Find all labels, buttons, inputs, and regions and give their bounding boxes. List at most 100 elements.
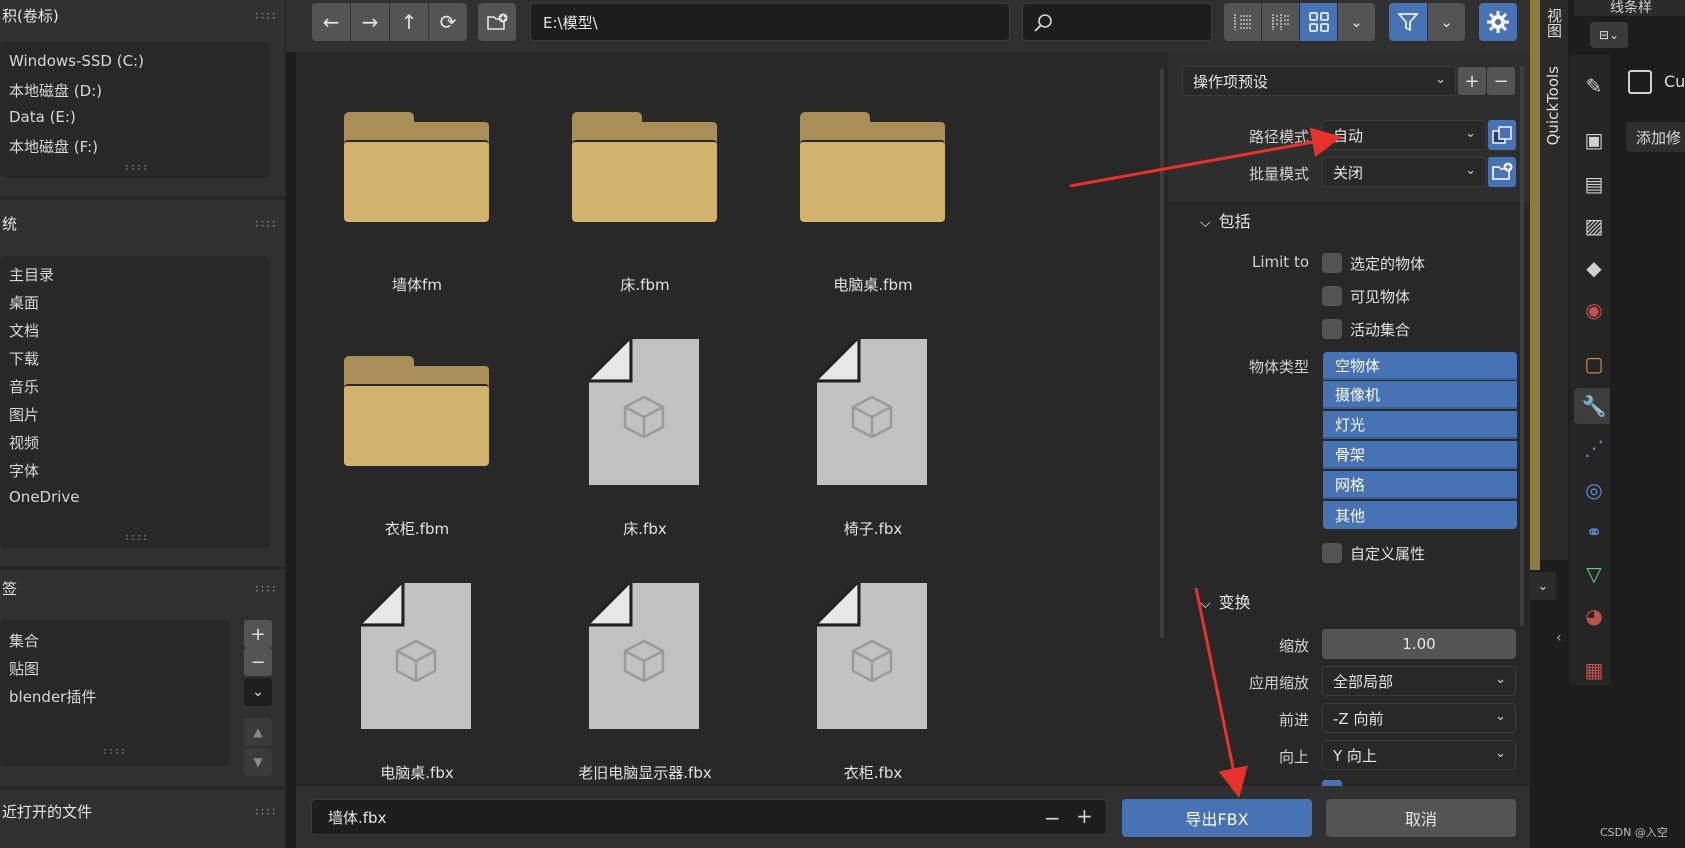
properties-scrollbar[interactable] (1520, 66, 1524, 626)
visible-objects-checkbox[interactable] (1322, 286, 1342, 306)
settings-toggle-button[interactable] (1479, 3, 1517, 41)
file-name-label[interactable]: 衣柜.fbx (759, 762, 987, 783)
custom-properties-checkbox[interactable] (1322, 543, 1342, 563)
new-folder-button[interactable] (478, 3, 516, 41)
file-name-label[interactable]: 床.fbx (531, 518, 759, 539)
remove-bookmark-button[interactable]: − (244, 648, 272, 676)
scale-number-field[interactable]: 1.00 (1322, 629, 1516, 659)
system-item[interactable]: 下载 (9, 348, 39, 369)
file-name-label[interactable]: 老旧电脑显示器.fbx (531, 762, 759, 783)
filename-input[interactable]: 墙体.fbx (311, 799, 1107, 835)
bookmark-item[interactable]: 集合 (9, 630, 39, 651)
batch-own-dir-button[interactable] (1488, 157, 1516, 187)
chevron-down-icon[interactable]: ⌄ (244, 678, 272, 706)
back-button[interactable]: ← (312, 3, 350, 41)
add-modifier-button[interactable]: 添加修 (1626, 122, 1685, 152)
filter-settings-dropdown[interactable]: ⌄ (1428, 3, 1465, 41)
drag-handle-icon[interactable]: :::: (254, 805, 277, 818)
resize-grip-icon[interactable]: :::: (124, 162, 148, 173)
batch-mode-dropdown[interactable]: 关闭 ⌄ (1322, 157, 1486, 187)
recent-panel-header[interactable]: 近打开的文件 :::: (0, 796, 286, 826)
drag-handle-icon[interactable]: :::: (254, 9, 277, 22)
view-layer-icon[interactable]: ▨ (1580, 212, 1608, 240)
editor-type-dropdown[interactable]: ⊟⌄ (1590, 22, 1628, 48)
file-name-label[interactable]: 衣柜.fbm (303, 518, 531, 539)
fbx-file-thumbnail[interactable] (817, 339, 927, 485)
object-type-light-toggle[interactable]: 灯光 (1323, 411, 1517, 439)
system-item[interactable]: 桌面 (9, 292, 39, 313)
display-settings-dropdown[interactable]: ⌄ (1338, 3, 1375, 41)
texture-icon[interactable]: ▦ (1580, 656, 1608, 684)
object-type-mesh-toggle[interactable]: 网格 (1323, 471, 1517, 499)
resize-grip-icon[interactable]: :::: (102, 746, 126, 757)
path-mode-dropdown[interactable]: 自动 ⌄ (1322, 120, 1486, 150)
tab-view[interactable]: 视图 (1544, 8, 1565, 38)
folder-thumbnail[interactable] (344, 356, 489, 466)
folder-thumbnail[interactable] (572, 112, 717, 222)
data-icon[interactable]: ▽ (1580, 560, 1608, 588)
system-item[interactable]: 主目录 (9, 264, 54, 285)
directory-path-input[interactable]: E:\模型\ (530, 3, 1010, 41)
system-item[interactable]: 字体 (9, 460, 39, 481)
move-up-button[interactable]: ▲ (244, 718, 272, 746)
display-mode-thumbnails-button[interactable] (1300, 3, 1337, 41)
object-type-armature-toggle[interactable]: 骨架 (1323, 441, 1517, 469)
refresh-button[interactable]: ⟳ (429, 3, 467, 41)
fbx-file-thumbnail[interactable] (817, 583, 927, 729)
wrench-icon[interactable]: 🔧 (1580, 392, 1608, 420)
system-item[interactable]: OneDrive (9, 488, 80, 506)
forward-button[interactable]: → (351, 3, 389, 41)
display-mode-horizontal-list-button[interactable] (1262, 3, 1299, 41)
system-item[interactable]: 图片 (9, 404, 39, 425)
remove-preset-button[interactable]: − (1487, 67, 1515, 95)
forward-axis-dropdown[interactable]: -Z 向前 ⌄ (1322, 703, 1516, 733)
volume-item[interactable]: Data (E:) (9, 108, 76, 126)
system-item[interactable]: 视频 (9, 432, 39, 453)
resize-grip-icon[interactable]: :::: (124, 532, 148, 543)
object-type-camera-toggle[interactable]: 摄像机 (1323, 381, 1517, 409)
output-icon[interactable]: ▤ (1580, 170, 1608, 198)
system-item[interactable]: 音乐 (9, 376, 39, 397)
viewport-dropdown[interactable]: ⌄ (1530, 572, 1556, 600)
display-mode-vertical-list-button[interactable] (1224, 3, 1261, 41)
object-type-empty-toggle[interactable]: 空物体 (1323, 352, 1517, 380)
world-icon[interactable]: ◉ (1580, 296, 1608, 324)
embed-textures-button[interactable] (1488, 120, 1516, 150)
volume-item[interactable]: 本地磁盘 (F:) (9, 136, 98, 157)
fbx-file-thumbnail[interactable] (361, 583, 471, 729)
bookmark-item[interactable]: 贴图 (9, 658, 39, 679)
system-panel-header[interactable]: 统 :::: (0, 208, 286, 238)
fbx-file-thumbnail[interactable] (589, 583, 699, 729)
particles-icon[interactable]: ⋰ (1580, 434, 1608, 462)
physics-icon[interactable]: ◎ (1580, 476, 1608, 504)
include-section-header[interactable]: ⌵ 包括 (1200, 208, 1251, 232)
selected-objects-checkbox[interactable] (1322, 253, 1342, 273)
drag-handle-icon[interactable]: :::: (254, 582, 277, 595)
object-icon[interactable]: ▢ (1580, 350, 1608, 378)
object-type-other-toggle[interactable]: 其他 (1323, 501, 1517, 529)
bookmarks-panel-header[interactable]: 签 :::: (0, 573, 286, 603)
chevron-left-icon[interactable]: ‹ (1556, 630, 1562, 646)
folder-thumbnail[interactable] (344, 112, 489, 222)
cancel-button[interactable]: 取消 (1326, 799, 1516, 837)
search-input[interactable] (1022, 3, 1212, 41)
transform-section-header[interactable]: ⌵ 变换 (1200, 589, 1251, 613)
material-icon[interactable]: ◕ (1580, 602, 1608, 630)
operator-presets-dropdown[interactable]: 操作项预设 ⌄ (1182, 66, 1456, 96)
file-name-label[interactable]: 床.fbm (531, 274, 759, 295)
render-icon[interactable]: ▣ (1580, 126, 1608, 154)
volume-item[interactable]: Windows-SSD (C:) (9, 52, 144, 70)
file-name-label[interactable]: 椅子.fbx (759, 518, 987, 539)
folder-thumbnail[interactable] (800, 112, 945, 222)
file-name-label[interactable]: 电脑桌.fbm (759, 274, 987, 295)
move-down-button[interactable]: ▼ (244, 748, 272, 776)
grid-scrollbar[interactable] (1160, 68, 1164, 638)
fbx-file-thumbnail[interactable] (589, 339, 699, 485)
volume-item[interactable]: 本地磁盘 (D:) (9, 80, 102, 101)
file-name-label[interactable]: 墙体fm (303, 274, 531, 295)
drag-handle-icon[interactable]: :::: (254, 217, 277, 230)
scene-icon[interactable]: ◆ (1580, 254, 1608, 282)
tab-quicktools[interactable]: QuickTools (1544, 66, 1562, 145)
increment-filename-button[interactable]: + (1076, 804, 1093, 828)
file-name-label[interactable]: 电脑桌.fbx (303, 762, 531, 783)
